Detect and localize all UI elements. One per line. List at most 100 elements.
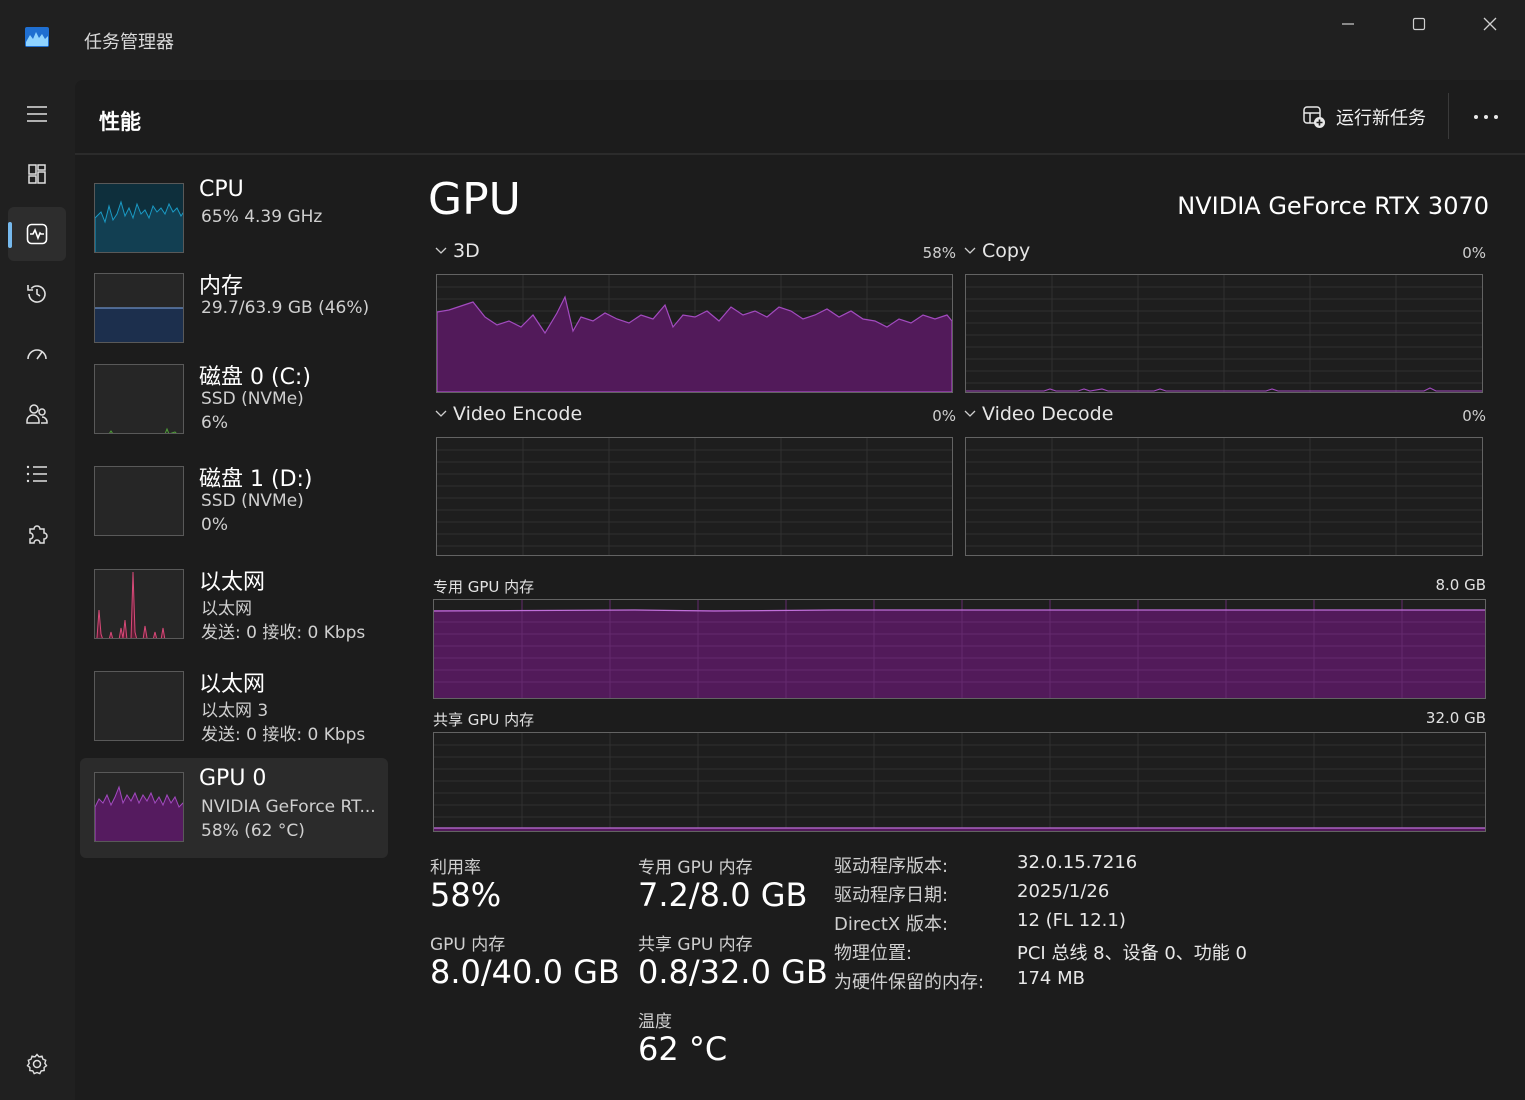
engine-name: Video Encode: [453, 403, 583, 425]
shared-stat-value: 0.8/32.0 GB: [638, 953, 828, 991]
minimize-button[interactable]: [1325, 10, 1371, 38]
device-item-disk-0[interactable]: 磁盘 0 (C:) SSD (NVMe) 6%: [80, 353, 388, 453]
device-throughput: 发送: 0 接收: 0 Kbps: [201, 725, 366, 745]
reserved-memory-key: 为硬件保留的内存:: [834, 972, 985, 993]
device-type: SSD (NVMe): [201, 389, 304, 409]
hamburger-menu-button[interactable]: [8, 87, 66, 141]
device-item-disk-1[interactable]: 磁盘 1 (D:) SSD (NVMe) 0%: [80, 455, 388, 555]
nav-services[interactable]: [8, 507, 66, 561]
3d-usage-graph: [437, 275, 952, 392]
driver-date-key: 驱动程序日期:: [834, 885, 949, 906]
engine-selector-3d[interactable]: 3D: [435, 240, 480, 262]
nav-performance[interactable]: [8, 207, 66, 261]
device-item-gpu-0[interactable]: GPU 0 NVIDIA GeForce RT... 58% (62 °C): [80, 758, 388, 858]
device-usage: 6%: [201, 413, 228, 433]
gpu-sparkline: [95, 785, 183, 841]
disk0-thumbnail-graph: [94, 364, 184, 434]
more-options-button[interactable]: [1464, 99, 1508, 135]
dedicated-stat-label: 专用 GPU 内存: [638, 858, 753, 878]
nav-details[interactable]: [8, 447, 66, 501]
driver-version-key: 驱动程序版本:: [834, 856, 949, 877]
engine-percent: 0%: [1462, 407, 1486, 425]
more-dots-icon: [1474, 115, 1498, 119]
device-name: 内存: [199, 274, 244, 299]
chevron-down-icon: [435, 410, 447, 417]
nav-selection-indicator: [8, 222, 12, 248]
cpu-thumbnail-graph: [94, 183, 184, 253]
engine-percent: 0%: [1462, 244, 1486, 262]
device-usage: 0%: [201, 515, 228, 535]
run-new-task-button[interactable]: 运行新任务: [1296, 99, 1432, 135]
directx-version-key: DirectX 版本:: [834, 914, 949, 935]
video-encode-usage-graph: [437, 438, 952, 555]
cpu-sparkline: [95, 184, 183, 252]
toolbar-divider: [1448, 93, 1449, 139]
nav-settings[interactable]: [8, 1037, 66, 1091]
device-item-ethernet[interactable]: 以太网 以太网 发送: 0 接收: 0 Kbps: [80, 558, 388, 658]
device-type: SSD (NVMe): [201, 491, 304, 511]
engine-name: Copy: [982, 240, 1031, 262]
device-detail: 65% 4.39 GHz: [201, 207, 323, 227]
video-decode-usage-graph: [966, 438, 1482, 555]
graph-shared-memory: [433, 732, 1486, 832]
dedicated-memory-label: 专用 GPU 内存: [433, 578, 535, 596]
graph-copy: [965, 274, 1483, 393]
dedicated-memory-max: 8.0 GB: [1435, 576, 1486, 594]
title-bar[interactable]: [0, 0, 1525, 80]
engine-selector-video-encode[interactable]: Video Encode: [435, 403, 582, 425]
nav-app-history[interactable]: [8, 267, 66, 321]
directx-version-value: 12 (FL 12.1): [1017, 910, 1126, 931]
chevron-down-icon: [964, 410, 976, 417]
driver-date-value: 2025/1/26: [1017, 881, 1110, 902]
copy-usage-graph: [966, 275, 1482, 392]
maximize-button[interactable]: [1396, 10, 1442, 38]
gpu-title: GPU: [428, 174, 521, 225]
ethernet-sparkline: [96, 571, 166, 638]
device-item-ethernet-3[interactable]: 以太网 以太网 3 发送: 0 接收: 0 Kbps: [80, 660, 388, 760]
maximize-icon: [1412, 17, 1426, 31]
run-task-icon: [1303, 106, 1325, 128]
temperature-value: 62 °C: [638, 1030, 728, 1068]
engine-selector-video-decode[interactable]: Video Decode: [964, 403, 1113, 425]
dedicated-stat-value: 7.2/8.0 GB: [638, 876, 808, 914]
engine-percent: 58%: [922, 244, 956, 262]
device-item-memory[interactable]: 内存 29.7/63.9 GB (46%): [80, 262, 388, 362]
utilization-label: 利用率: [430, 858, 481, 878]
performance-icon: [26, 223, 48, 245]
processes-grid-icon: [28, 164, 46, 184]
header-divider: [75, 153, 1525, 155]
minimize-icon: [1342, 23, 1354, 25]
graph-video-decode: [965, 437, 1483, 556]
nav-users[interactable]: [8, 387, 66, 441]
close-button[interactable]: [1467, 10, 1513, 38]
device-throughput: 发送: 0 接收: 0 Kbps: [201, 623, 366, 643]
dedicated-memory-graph: [434, 600, 1485, 698]
graph-3d: [436, 274, 953, 393]
device-item-cpu[interactable]: CPU 65% 4.39 GHz: [80, 171, 388, 271]
hamburger-icon: [27, 106, 47, 122]
graph-dedicated-memory: [433, 599, 1486, 699]
device-name: 以太网: [199, 672, 266, 697]
nav-processes[interactable]: [8, 147, 66, 201]
gpu-memory-value: 8.0/40.0 GB: [430, 953, 620, 991]
close-icon: [1483, 17, 1497, 31]
device-name: CPU: [199, 177, 244, 202]
utilization-value: 58%: [430, 876, 502, 914]
details-list-icon: [26, 465, 47, 483]
settings-gear-icon: [26, 1053, 48, 1075]
engine-percent: 0%: [932, 407, 956, 425]
engine-selector-copy[interactable]: Copy: [964, 240, 1030, 262]
shared-memory-graph: [434, 733, 1485, 831]
task-manager-logo-icon: [25, 27, 49, 47]
shared-stat-label: 共享 GPU 内存: [638, 935, 753, 955]
device-name: GPU 0: [199, 766, 267, 791]
physical-location-key: 物理位置:: [834, 943, 913, 964]
users-icon: [26, 404, 48, 424]
app-title: 任务管理器: [84, 32, 174, 53]
nav-startup-apps[interactable]: [8, 327, 66, 381]
device-usage: 58% (62 °C): [201, 821, 305, 841]
driver-version-value: 32.0.15.7216: [1017, 852, 1138, 873]
device-name: 以太网: [199, 570, 266, 595]
device-detail: 29.7/63.9 GB (46%): [201, 298, 370, 318]
physical-location-value: PCI 总线 8、设备 0、功能 0: [1017, 943, 1247, 964]
